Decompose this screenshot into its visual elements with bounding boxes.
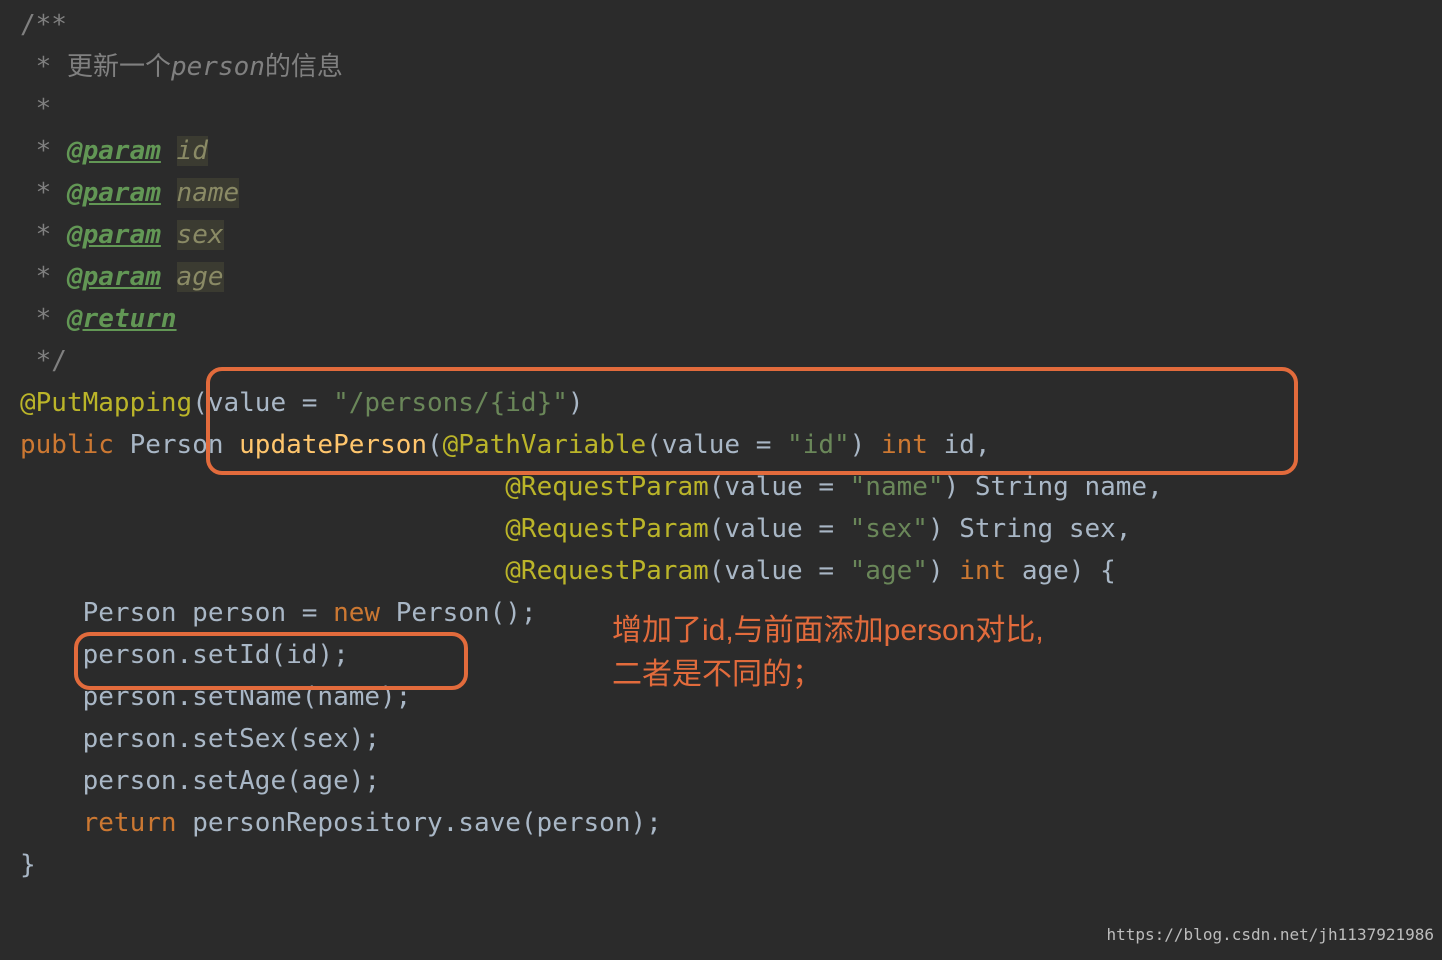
code-line: Person person = new Person(); — [20, 598, 537, 628]
code-line: person.setName(name); — [20, 682, 411, 712]
code-line: person.setSex(sex); — [20, 724, 380, 754]
code-line: * @param sex — [20, 220, 224, 250]
watermark: https://blog.csdn.net/jh1137921986 — [1106, 914, 1434, 956]
code-line: public Person updatePerson(@PathVariable… — [20, 430, 991, 460]
code-line: person.setId(id); — [20, 640, 349, 670]
code-line: */ — [20, 346, 67, 376]
code-block: /** * 更新一个person的信息 * * @param id * @par… — [0, 0, 1442, 886]
code-line: @RequestParam(value = "name") String nam… — [20, 472, 1163, 502]
code-line: @RequestParam(value = "sex") String sex, — [20, 514, 1131, 544]
code-line: * 更新一个person的信息 — [20, 52, 343, 82]
code-line: * — [20, 94, 51, 124]
code-line: * @param id — [20, 136, 208, 166]
code-line: /** — [20, 10, 67, 40]
code-line: } — [20, 850, 36, 880]
code-line: * @return — [20, 304, 177, 334]
code-line: * @param name — [20, 178, 239, 208]
code-line: @PutMapping(value = "/persons/{id}") — [20, 388, 584, 418]
code-line: @RequestParam(value = "age") int age) { — [20, 556, 1116, 586]
code-line: return personRepository.save(person); — [20, 808, 662, 838]
code-line: * @param age — [20, 262, 224, 292]
code-line: person.setAge(age); — [20, 766, 380, 796]
